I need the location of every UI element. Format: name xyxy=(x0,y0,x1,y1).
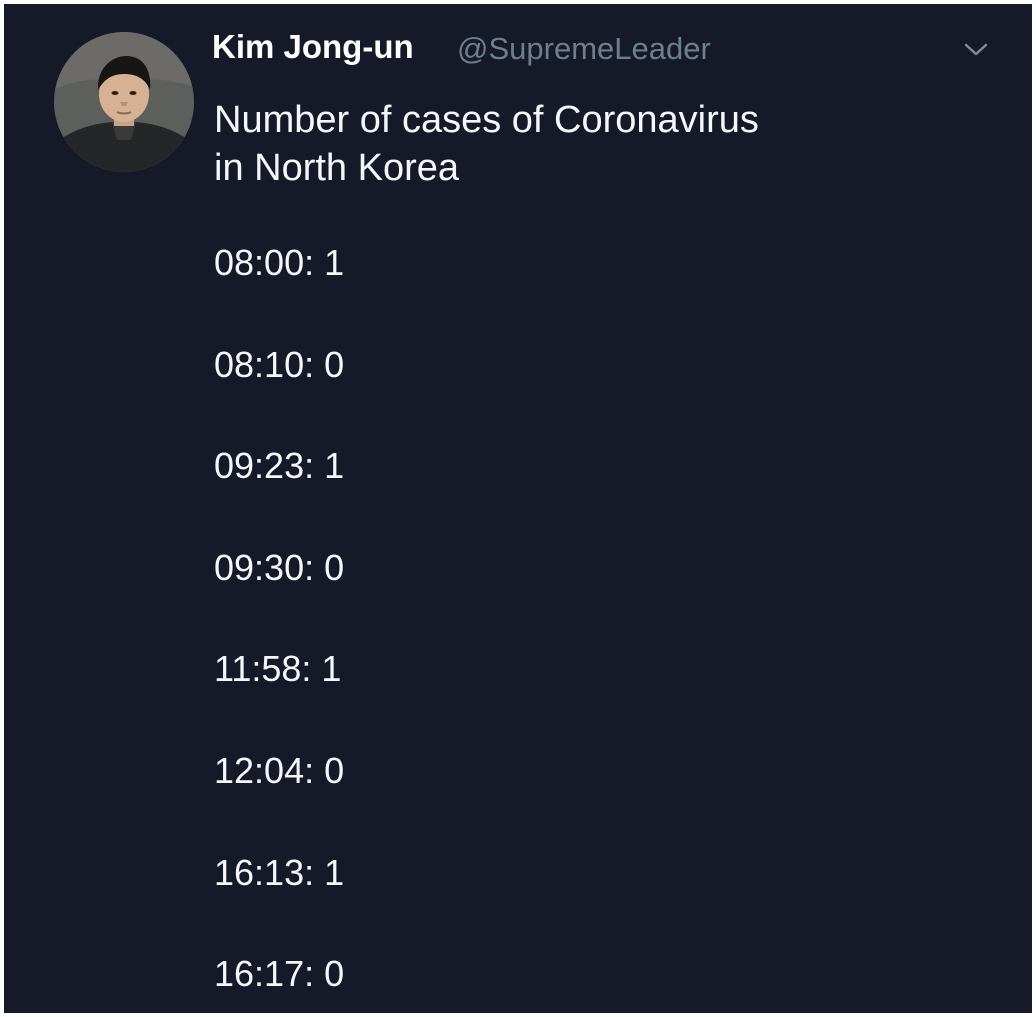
case-count-entry: 12:04: 0 xyxy=(214,749,345,791)
author-name[interactable]: Kim Jong-un xyxy=(212,28,414,66)
tweet-text: Number of cases of Coronavirus in North … xyxy=(214,96,934,192)
chevron-down-icon xyxy=(964,43,988,56)
case-count-entry: 16:13: 1 xyxy=(214,851,345,893)
tweet-text-line: in North Korea xyxy=(214,147,460,189)
case-count-entry: 08:00: 1 xyxy=(214,242,345,283)
author-handle[interactable]: @SupremeLeader xyxy=(457,31,711,67)
case-count-entry: 11:58: 1 xyxy=(214,648,342,690)
tweet-text-line: Number of cases of Coronavirus xyxy=(214,99,759,141)
case-count-entry: 09:23: 1 xyxy=(214,445,345,487)
avatar[interactable] xyxy=(54,32,194,172)
case-count-entry: 08:10: 0 xyxy=(214,343,345,385)
case-count-list: 08:00: 1 08:10: 0 09:23: 1 09:30: 0 11:5… xyxy=(214,242,514,1013)
case-count-entry: 09:30: 0 xyxy=(214,546,345,588)
case-count-entry: 16:17: 0 xyxy=(214,953,345,995)
tweet-menu-button[interactable] xyxy=(959,38,993,62)
profile-photo-icon xyxy=(54,32,194,172)
tweet-card: Kim Jong-un @SupremeLeader Number of cas… xyxy=(4,4,1032,1013)
